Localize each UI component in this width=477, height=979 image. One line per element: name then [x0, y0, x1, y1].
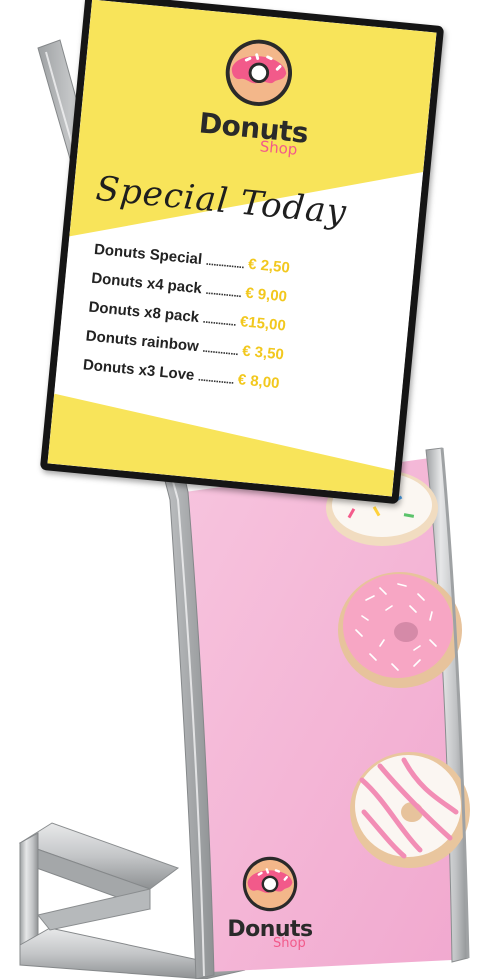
poster-brand-main: Donuts — [227, 917, 313, 942]
digital-screen: Donuts Shop Special Today Donuts Special… — [39, 0, 445, 505]
donut-photo-2 — [338, 572, 462, 688]
menu-item-price: €15,00 — [239, 313, 287, 335]
screen-content: Donuts Shop Special Today Donuts Special… — [47, 0, 437, 497]
menu-item-price: € 9,00 — [244, 284, 288, 306]
menu-item-leader: ............. — [202, 313, 237, 329]
donut-logo-icon — [225, 39, 293, 106]
poster-brand: Donuts Shop — [215, 918, 325, 958]
menu-item-leader: .............. — [201, 342, 239, 359]
menu-list: Donuts Special ............... € 2,50 Do… — [81, 241, 403, 415]
donut-logo-icon — [242, 856, 298, 912]
poster-logo: Donuts Shop — [200, 852, 340, 958]
menu-item-leader: .............. — [197, 371, 235, 387]
screen-brand-sub: Shop — [258, 137, 299, 159]
menu-item-leader: ............... — [205, 255, 245, 272]
menu-item-price: € 8,00 — [237, 371, 281, 393]
menu-item-price: € 3,50 — [241, 342, 285, 364]
donut-photo-3 — [350, 752, 470, 868]
menu-item-price: € 2,50 — [247, 255, 291, 277]
screen-brand-main: Donuts — [197, 106, 310, 150]
kiosk-scene: Donuts Shop Donuts Shop Special Today Do… — [0, 0, 477, 979]
poster-brand-sub: Shop — [273, 936, 306, 951]
menu-item-leader: .............. — [205, 284, 242, 301]
